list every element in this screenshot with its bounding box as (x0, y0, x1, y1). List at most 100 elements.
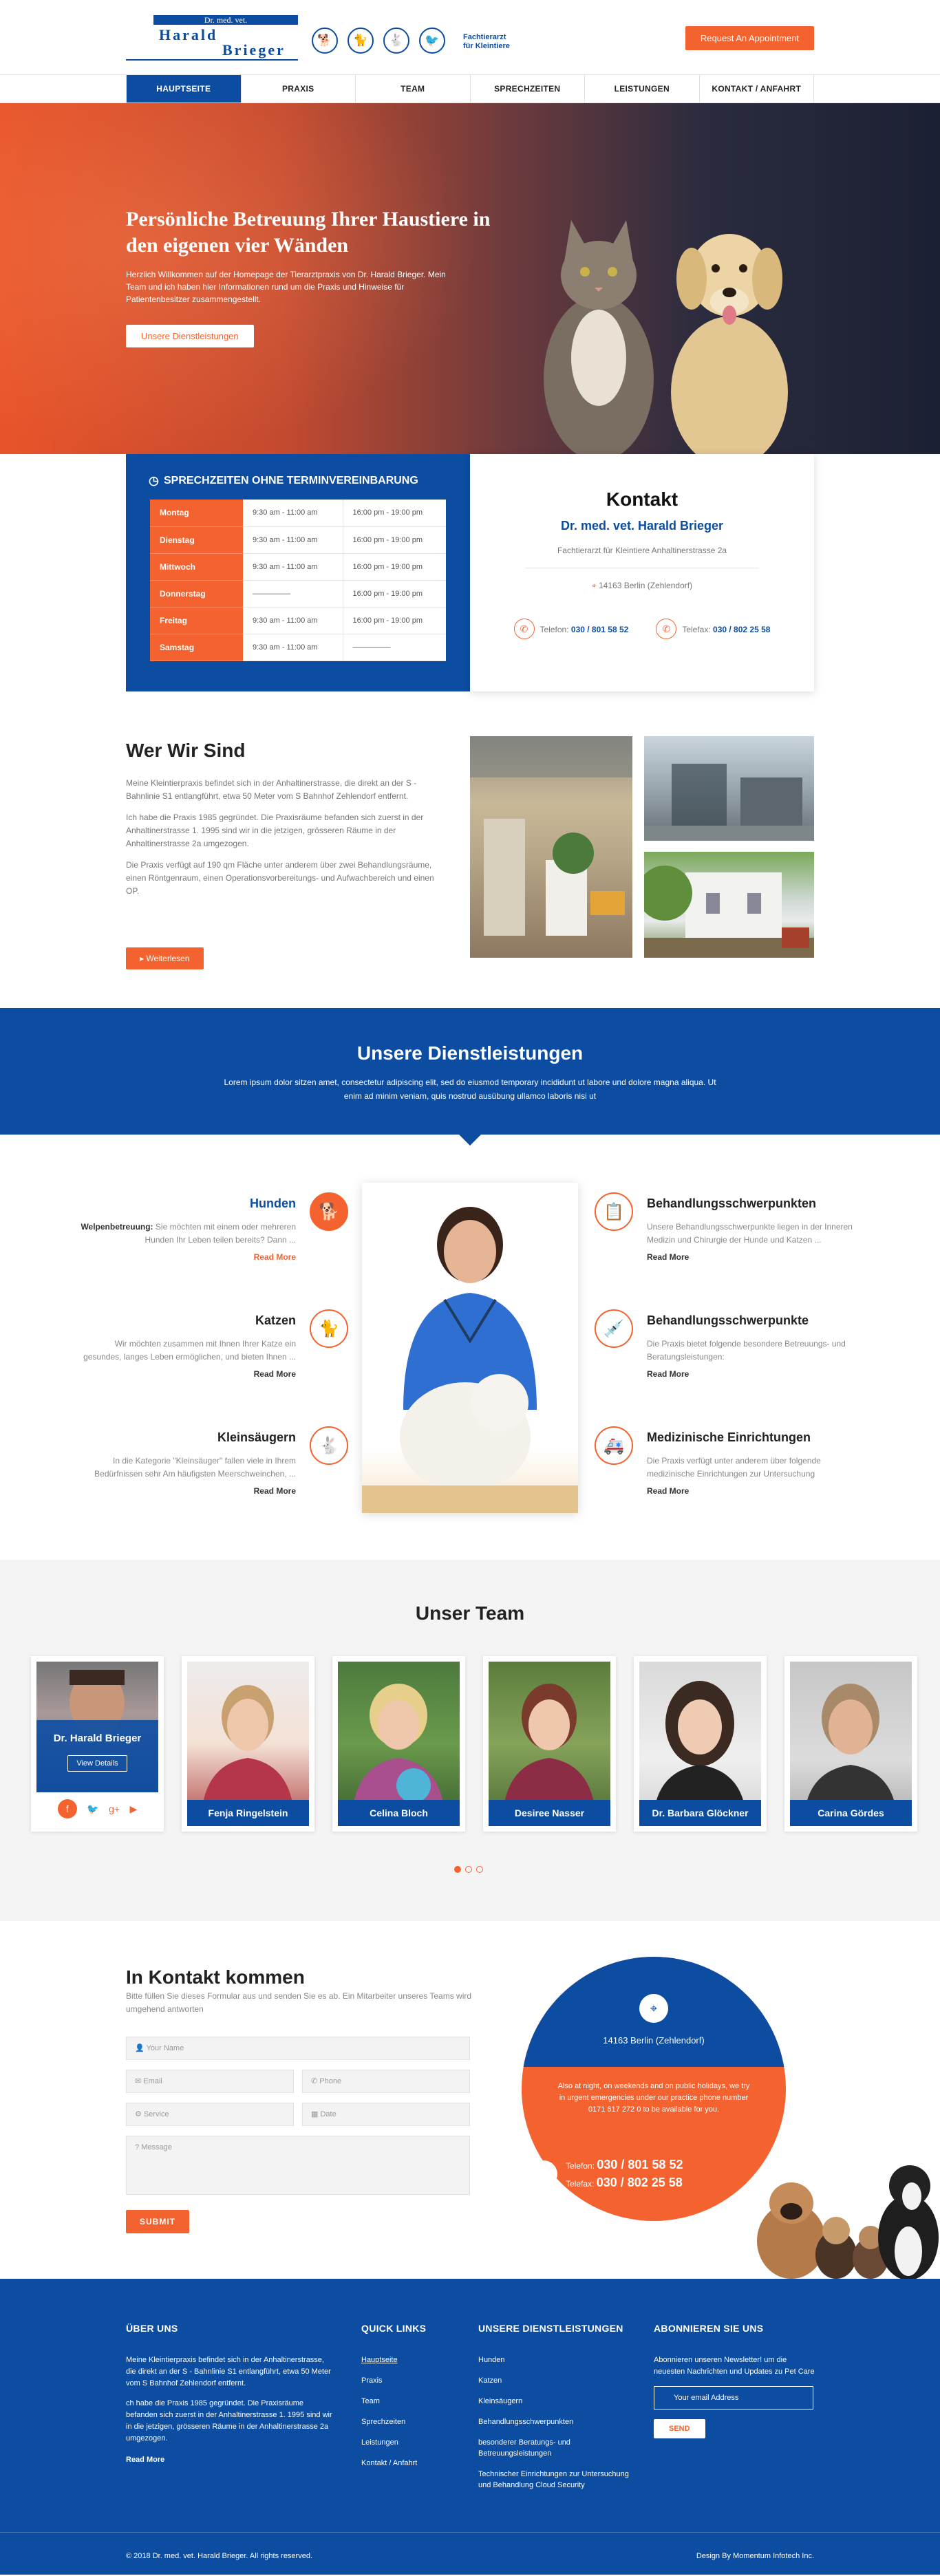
nav-item-leistungen[interactable]: LEISTUNGEN (584, 75, 699, 103)
team-member-name: Desiree Nasser (489, 1800, 610, 1826)
hero-banner: Persönliche Betreuung Ihrer Haustiere in… (0, 103, 940, 454)
facebook-icon[interactable]: f (57, 1799, 77, 1818)
team-card-overlay: Dr. Harald Brieger View Details (36, 1720, 158, 1792)
youtube-icon[interactable]: ▶ (129, 1803, 137, 1815)
phone-placeholder: Phone (319, 2077, 342, 2085)
location-city: 14163 Berlin (Zehlendorf) (603, 2035, 705, 2046)
service-text: Wir möchten zusammen mit Ihnen Ihrer Kat… (83, 1339, 296, 1362)
footer-link-sprechzeiten[interactable]: Sprechzeiten (361, 2416, 464, 2427)
footer-about: ÜBER UNS Meine Kleintierpraxis befindet … (126, 2323, 336, 2465)
footer-service-link[interactable]: Kleinsäugern (478, 2396, 637, 2407)
location-panel: ⌖ 14163 Berlin (Zehlendorf) (522, 1957, 786, 2067)
nav-item-hauptseite[interactable]: HAUPTSEITE (126, 75, 241, 103)
footer-bottom-bar: © 2018 Dr. med. vet. Harald Brieger. All… (0, 2532, 940, 2575)
dog-image (671, 234, 788, 454)
social-links: f 🐦 g+ ▶ (31, 1799, 164, 1818)
fax-number: 030 / 802 25 58 (713, 625, 771, 634)
service-title: Katzen (255, 1313, 296, 1327)
team-card[interactable]: Dr. Barbara Glöckner (634, 1656, 767, 1832)
team-photo: Fenja Ringelstein (187, 1662, 309, 1826)
newsletter-send-button[interactable]: SEND (654, 2419, 705, 2438)
rabbit-icon: 🐇 (383, 28, 409, 54)
user-icon: 👤 (135, 2044, 147, 2052)
footer-link-team[interactable]: Team (361, 2396, 464, 2407)
logo[interactable]: Dr. med. vet. Harald Brieger 🐕 🐈 🐇 🐦 Fac… (126, 15, 510, 63)
team-card[interactable]: Celina Bloch (332, 1656, 465, 1832)
service-title: Medizinische Einrichtungen (647, 1430, 811, 1444)
twitter-icon[interactable]: 🐦 (87, 1803, 98, 1815)
phone-number: 030 / 801 58 52 (570, 625, 629, 634)
read-more-link[interactable]: Read More (76, 1252, 296, 1262)
service-text: Unsere Behandlungsschwerpunkte liegen in… (647, 1222, 853, 1245)
nav-item-praxis[interactable]: PRAXIS (240, 75, 356, 103)
footer-service-link[interactable]: Hunden (478, 2354, 637, 2365)
address-text: 14163 Berlin (Zehlendorf) (599, 581, 693, 590)
footer-newsletter-title: ABONNIEREN SIE UNS (654, 2323, 764, 2334)
circle-fax[interactable]: Telefax: 030 / 802 25 58 (566, 2174, 683, 2192)
footer-link-praxis[interactable]: Praxis (361, 2375, 464, 2386)
nav-item-sprechzeiten[interactable]: SPRECHZEITEN (469, 75, 585, 103)
team-member-name: Carina Gördes (790, 1800, 912, 1826)
read-more-button[interactable]: ▸ Weiterlesen (126, 947, 204, 969)
service-field[interactable]: ⚙ Service (126, 2103, 294, 2126)
view-details-button[interactable]: View Details (67, 1755, 127, 1772)
team-photo: Desiree Nasser (489, 1662, 610, 1826)
mail-icon: ✉ (135, 2077, 144, 2085)
fax-entry[interactable]: ✆ Telefax: 030 / 802 25 58 (656, 619, 770, 639)
am-cell: 9:30 am - 11:00 am (243, 500, 343, 527)
practice-interior-photo (470, 736, 632, 958)
email-field[interactable]: ✉ Email (126, 2070, 294, 2093)
day-cell: Mittwoch (150, 553, 243, 581)
fax-label: Telefax: (566, 2179, 595, 2189)
circle-phone[interactable]: Telefon: 030 / 801 58 52 (566, 2156, 683, 2174)
services-button[interactable]: Unsere Dienstleistungen (126, 325, 254, 347)
read-more-link[interactable]: Read More (76, 1486, 296, 1496)
name-field[interactable]: 👤 Your Name (126, 2037, 470, 2060)
team-card[interactable]: Carina Gördes (784, 1656, 917, 1832)
contact-subtitle: Fachtierarzt für Kleintiere Anhaltinerst… (557, 546, 727, 555)
read-more-link[interactable]: Read More (647, 1369, 867, 1379)
footer-read-more-link[interactable]: Read More (126, 2456, 164, 2464)
footer-about-text: ch habe die Praxis 1985 gegründet. Die P… (126, 2399, 332, 2443)
site-footer: ÜBER UNS Meine Kleintierpraxis befindet … (0, 2279, 940, 2575)
date-field[interactable]: ▦ Date (302, 2103, 470, 2126)
footer-link-leistungen[interactable]: Leistungen (361, 2437, 464, 2448)
phone-entry[interactable]: ✆ Telefon: 030 / 801 58 52 (513, 619, 629, 639)
read-more-link[interactable]: Read More (647, 1486, 867, 1496)
pagination-dot[interactable] (476, 1866, 483, 1873)
footer-service-link[interactable]: Technischer Einrichtungen zur Untersuchu… (478, 2469, 637, 2491)
footer-service-link[interactable]: Behandlungsschwerpunkten (478, 2416, 637, 2427)
footer-link-hauptseite[interactable]: Hauptseite (361, 2354, 464, 2365)
service-text: Die Praxis bietet folgende besondere Bet… (647, 1339, 846, 1362)
team-card[interactable]: Desiree Nasser (483, 1656, 616, 1832)
nav-item-team[interactable]: TEAM (355, 75, 470, 103)
pm-cell: ————— (343, 634, 446, 661)
footer-link-kontakt[interactable]: Kontakt / Anfahrt (361, 2458, 464, 2469)
team-card[interactable]: Fenja Ringelstein (182, 1656, 314, 1832)
carousel-pagination (454, 1866, 483, 1873)
pagination-dot[interactable] (465, 1866, 472, 1873)
table-row: Samstag 9:30 am - 11:00 am ————— (150, 634, 446, 661)
form-title: In Kontakt kommen (126, 1966, 305, 1988)
pm-cell: 16:00 pm - 19:00 pm (343, 580, 446, 608)
service-text: In die Kategorie "Kleinsäuger" fallen vi… (94, 1456, 296, 1479)
read-more-link[interactable]: Read More (647, 1252, 867, 1262)
phone-number: 030 / 801 58 52 (597, 2158, 683, 2171)
submit-button[interactable]: SUBMIT (126, 2210, 189, 2233)
pagination-dot[interactable] (454, 1866, 461, 1873)
services-intro: Lorem ipsum dolor sitzen amet, consectet… (224, 1077, 716, 1101)
nav-item-kontakt[interactable]: KONTAKT / ANFAHRT (698, 75, 814, 103)
team-member-name: Dr. Harald Brieger (53, 1732, 142, 1744)
read-more-link[interactable]: Read More (76, 1369, 296, 1379)
message-field[interactable]: ? Message (126, 2136, 470, 2195)
team-card[interactable]: Dr. Harald Brieger View Details f 🐦 g+ ▶ (31, 1656, 164, 1832)
syringe-icon: 💉 (595, 1309, 633, 1348)
footer-service-link[interactable]: besonderer Beratungs- und Betreuungsleis… (478, 2437, 637, 2459)
interior-illustration (470, 736, 632, 936)
phone-field[interactable]: ✆ Phone (302, 2070, 470, 2093)
google-plus-icon[interactable]: g+ (109, 1803, 120, 1814)
service-consulting: 💉 Behandlungsschwerpunkte Die Praxis bie… (595, 1309, 867, 1379)
newsletter-email-input[interactable]: Your email Address (654, 2386, 813, 2409)
footer-service-link[interactable]: Katzen (478, 2375, 637, 2386)
request-appointment-button[interactable]: Request An Appointment (685, 26, 814, 50)
